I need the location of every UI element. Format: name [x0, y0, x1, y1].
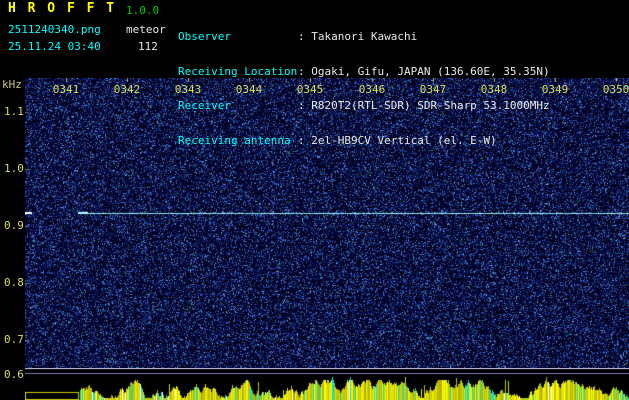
info-label: Receiving Location [178, 66, 298, 78]
time-tick-label: 0342 [113, 84, 141, 96]
output-filename: 2511240340.png [8, 24, 101, 36]
info-label: Receiver [178, 100, 298, 112]
freq-tick-label: 1.1 [4, 106, 28, 118]
info-row-observer: Observer: Takanori Kawachi [178, 31, 550, 43]
echo-count: 112 [138, 41, 158, 53]
freq-tick-label: 0.8 [4, 277, 28, 289]
info-label: Observer [178, 31, 298, 43]
time-tick-label: 0348 [480, 84, 508, 96]
app-version: 1.0.0 [126, 5, 159, 17]
info-value: : R820T2(RTL-SDR) SDR-Sharp 53.1000MHz [298, 100, 550, 112]
signal-level-strip-canvas [25, 368, 629, 400]
time-tick-label: 0350 [602, 84, 629, 96]
time-tick-label: 0349 [541, 84, 569, 96]
time-tick-label: 0345 [296, 84, 324, 96]
datetime-label: 25.11.24 03:40 [8, 41, 101, 53]
time-tick-label: 0347 [419, 84, 447, 96]
time-tick-label: 0343 [174, 84, 202, 96]
info-row-antenna: Receiving antenna: 2el-HB9CV Vertical (e… [178, 135, 550, 147]
hrofft-output-window: { "header": { "app_title": "H R O F F T"… [0, 0, 629, 400]
info-value: : 2el-HB9CV Vertical (el. E-W) [298, 135, 497, 147]
mode-label: meteor [126, 24, 166, 36]
freq-tick-label: 0.9 [4, 220, 28, 232]
freq-tick-label: 0.7 [4, 334, 28, 346]
freq-tick-label: 0.6 [4, 369, 28, 381]
info-value: : Takanori Kawachi [298, 31, 417, 43]
info-row-location: Receiving Location: Ogaki, Gifu, JAPAN (… [178, 66, 550, 78]
app-title: H R O F F T [8, 3, 116, 15]
info-label: Receiving antenna [178, 135, 298, 147]
freq-unit-label: kHz [2, 79, 22, 91]
info-value: : Ogaki, Gifu, JAPAN (136.60E, 35.35N) [298, 66, 550, 78]
time-tick-label: 0341 [52, 84, 80, 96]
time-tick-label: 0346 [358, 84, 386, 96]
time-tick-label: 0344 [235, 84, 263, 96]
freq-tick-label: 1.0 [4, 163, 28, 175]
info-row-receiver: Receiver: R820T2(RTL-SDR) SDR-Sharp 53.1… [178, 100, 550, 112]
